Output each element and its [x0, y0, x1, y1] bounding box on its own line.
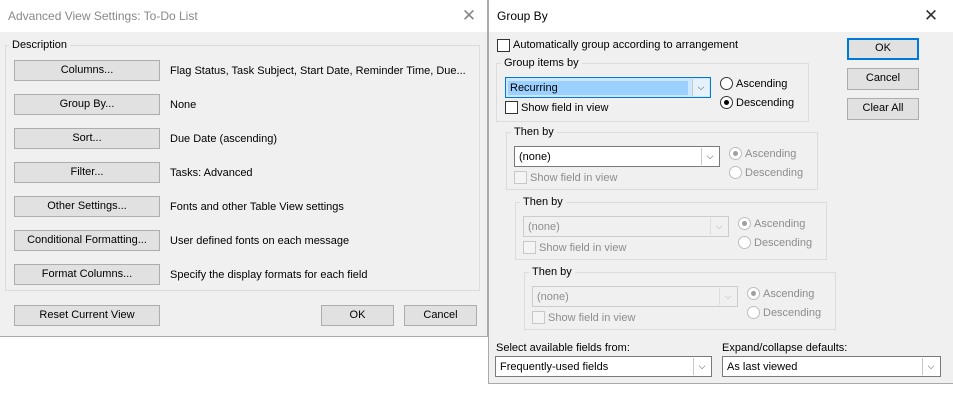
title-bar: Advanced View Settings: To-Do List ✕ — [0, 0, 487, 32]
dialog-title: Group By — [497, 9, 548, 23]
chevron-down-icon: ⌵ — [701, 148, 718, 165]
columns-button[interactable]: Columns... — [14, 60, 160, 81]
expand-collapse-label: Expand/collapse defaults: — [722, 342, 848, 354]
ok-button[interactable]: OK — [847, 38, 919, 60]
format-columns-button[interactable]: Format Columns... — [14, 264, 160, 285]
ascending-radio[interactable] — [720, 77, 733, 90]
ok-button[interactable]: OK — [321, 305, 394, 326]
group-items-by-value: Recurring — [508, 81, 688, 95]
then-by-3-select[interactable]: (none) ⌵ — [532, 286, 738, 307]
sort-button[interactable]: Sort... — [14, 128, 160, 149]
then-by-3-show-field-checkbox[interactable] — [532, 311, 545, 324]
group-by-description: None — [170, 99, 197, 111]
select-fields-label: Select available fields from: — [496, 342, 630, 354]
filter-description: Tasks: Advanced — [170, 167, 253, 179]
conditional-formatting-description: User defined fonts on each message — [170, 235, 350, 247]
group-by-button[interactable]: Group By... — [14, 94, 160, 115]
descending-label: Descending — [736, 97, 795, 109]
dialog-title: Advanced View Settings: To-Do List — [8, 9, 198, 23]
chevron-down-icon: ⌵ — [719, 288, 736, 305]
descending-radio[interactable] — [720, 96, 733, 109]
then-by-1-ascending-radio[interactable] — [729, 147, 742, 160]
close-icon[interactable]: ✕ — [920, 5, 942, 27]
auto-group-checkbox[interactable] — [497, 39, 510, 52]
then-by-1-descending-radio[interactable] — [729, 166, 742, 179]
then-by-1-show-field-checkbox[interactable] — [514, 171, 527, 184]
group-items-by-legend: Group items by — [501, 57, 582, 70]
chevron-down-icon: ⌵ — [693, 358, 710, 375]
chevron-down-icon: ⌵ — [922, 358, 939, 375]
format-columns-description: Specify the display formats for each fie… — [170, 269, 368, 281]
then-by-1-select[interactable]: (none) ⌵ — [514, 146, 720, 167]
cancel-button[interactable]: Cancel — [847, 68, 919, 90]
expand-collapse-select[interactable]: As last viewed ⌵ — [722, 356, 941, 377]
then-by-3-value: (none) — [537, 291, 569, 303]
then-by-2-legend: Then by — [520, 196, 566, 209]
other-settings-button[interactable]: Other Settings... — [14, 196, 160, 217]
expand-collapse-value: As last viewed — [727, 361, 798, 373]
then-by-2-descending-label: Descending — [754, 237, 813, 249]
then-by-3-descending-radio[interactable] — [747, 306, 760, 319]
other-settings-description: Fonts and other Table View settings — [170, 201, 344, 213]
reset-current-view-button[interactable]: Reset Current View — [14, 305, 160, 326]
then-by-3-ascending-label: Ascending — [763, 288, 815, 300]
then-by-2-show-field-checkbox[interactable] — [523, 241, 536, 254]
then-by-1-legend: Then by — [511, 126, 557, 139]
chevron-down-icon: ⌵ — [710, 218, 727, 235]
cancel-button[interactable]: Cancel — [404, 305, 477, 326]
advanced-view-settings-dialog: Advanced View Settings: To-Do List ✕ Des… — [0, 0, 488, 337]
columns-description: Flag Status, Task Subject, Start Date, R… — [170, 65, 466, 77]
then-by-2-select[interactable]: (none) ⌵ — [523, 216, 729, 237]
show-field-checkbox[interactable] — [505, 101, 518, 114]
description-legend: Description — [9, 39, 71, 52]
select-fields-select[interactable]: Frequently-used fields ⌵ — [495, 356, 712, 377]
then-by-1-show-field-label: Show field in view — [530, 172, 618, 184]
then-by-2-value: (none) — [528, 221, 560, 233]
sort-description: Due Date (ascending) — [170, 133, 278, 145]
then-by-1-descending-label: Descending — [745, 167, 804, 179]
then-by-3-legend: Then by — [529, 266, 575, 279]
then-by-2-ascending-label: Ascending — [754, 218, 806, 230]
then-by-1-value: (none) — [519, 151, 551, 163]
show-field-label: Show field in view — [521, 102, 609, 114]
then-by-2-show-field-label: Show field in view — [539, 242, 627, 254]
auto-group-label: Automatically group according to arrange… — [513, 39, 739, 51]
select-fields-value: Frequently-used fields — [500, 361, 609, 373]
group-by-dialog: Group By ✕ Automatically group according… — [488, 0, 953, 384]
group-items-by-select[interactable]: Recurring ⌵ — [505, 77, 711, 98]
title-bar: Group By ✕ — [489, 0, 953, 32]
filter-button[interactable]: Filter... — [14, 162, 160, 183]
then-by-3-ascending-radio[interactable] — [747, 287, 760, 300]
ascending-label: Ascending — [736, 78, 788, 90]
then-by-3-descending-label: Descending — [763, 307, 822, 319]
close-icon[interactable]: ✕ — [458, 5, 480, 27]
clear-all-button[interactable]: Clear All — [847, 98, 919, 120]
chevron-down-icon: ⌵ — [692, 79, 709, 96]
then-by-3-show-field-label: Show field in view — [548, 312, 636, 324]
then-by-2-ascending-radio[interactable] — [738, 217, 751, 230]
then-by-1-ascending-label: Ascending — [745, 148, 797, 160]
conditional-formatting-button[interactable]: Conditional Formatting... — [14, 230, 160, 251]
then-by-2-descending-radio[interactable] — [738, 236, 751, 249]
